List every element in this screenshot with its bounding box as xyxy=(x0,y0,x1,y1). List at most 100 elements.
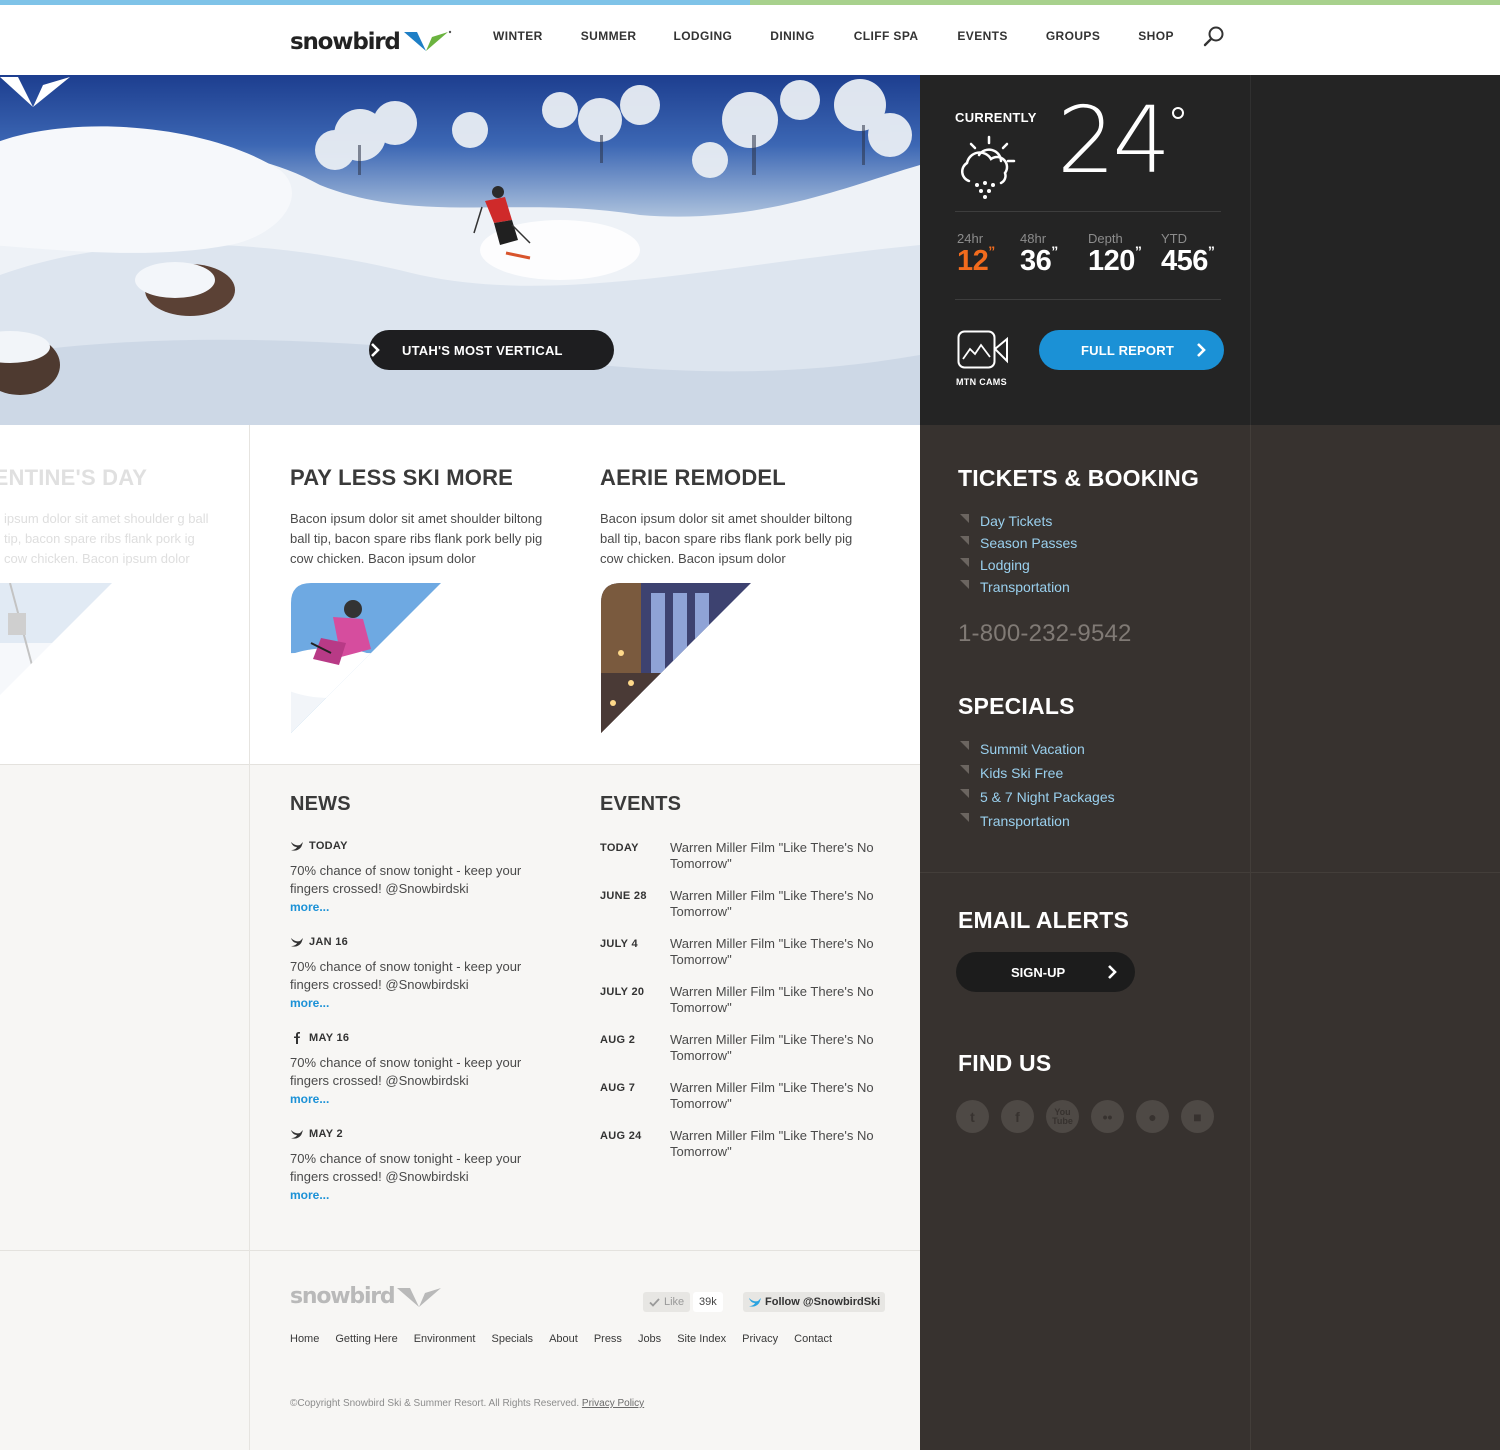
twitter-icon xyxy=(291,842,303,851)
facebook-icon xyxy=(294,1032,300,1044)
link-night-packages[interactable]: 5 & 7 Night Packages xyxy=(958,785,1115,809)
news-item: MAY 2 70% chance of snow tonight - keep … xyxy=(290,1128,550,1204)
news-date: MAY 16 xyxy=(290,1032,550,1044)
footer-link-jobs[interactable]: Jobs xyxy=(638,1333,661,1345)
footer-link-getting-here[interactable]: Getting Here xyxy=(335,1333,397,1345)
promo-aerie[interactable]: AERIE REMODEL Bacon ipsum dolor sit amet… xyxy=(600,465,875,569)
logo[interactable]: snowbird xyxy=(290,21,452,55)
triangle-bullet-icon xyxy=(960,558,969,567)
promo-image-gondola[interactable] xyxy=(0,583,112,695)
more-link[interactable]: more... xyxy=(290,994,550,1012)
divider xyxy=(955,299,1221,300)
hero-banner: UTAH'S MOST VERTICAL xyxy=(0,75,920,425)
nav-groups[interactable]: GROUPS xyxy=(1046,29,1100,43)
snowbird-mark-icon xyxy=(0,77,70,107)
footer-link-contact[interactable]: Contact xyxy=(794,1333,832,1345)
social-icons: t f You Tube •• ● ■ xyxy=(956,1100,1226,1133)
link-kids-ski-free[interactable]: Kids Ski Free xyxy=(958,761,1115,785)
twitter-follow-button[interactable]: Follow @SnowbirdSki xyxy=(743,1292,886,1312)
event-text[interactable]: Warren Miller Film "Like There's No Tomo… xyxy=(670,1128,880,1160)
news-text: 70% chance of snow tonight - keep your f… xyxy=(290,959,522,992)
news-text: 70% chance of snow tonight - keep your f… xyxy=(290,863,522,896)
stat-value: 12” xyxy=(957,243,995,277)
triangle-bullet-icon xyxy=(960,789,969,798)
weather-panel: CURRENTLY 24 24hr 12” 48hr 36” Depth 120… xyxy=(920,75,1250,425)
partly-cloudy-snow-icon xyxy=(960,135,1016,199)
event-text[interactable]: Warren Miller Film "Like There's No Tomo… xyxy=(670,840,880,872)
tickets-title: TICKETS & BOOKING xyxy=(958,465,1200,491)
currently-label: CURRENTLY xyxy=(955,110,1037,125)
mtn-cams-label[interactable]: MTN CAMS xyxy=(956,377,1007,387)
twitter-icon xyxy=(291,938,303,947)
promo-body: Bacon ipsum dolor sit amet shoulder bilt… xyxy=(290,511,543,566)
news-item: MAY 16 70% chance of snow tonight - keep… xyxy=(290,1032,550,1108)
event-date: AUG 7 xyxy=(600,1082,636,1094)
phone-number[interactable]: 1-800-232-9542 xyxy=(958,620,1132,648)
nav-shop[interactable]: SHOP xyxy=(1138,29,1174,43)
footer-link-specials[interactable]: Specials xyxy=(491,1333,533,1345)
twitter-icon[interactable]: t xyxy=(956,1100,989,1133)
event-text[interactable]: Warren Miller Film "Like There's No Tomo… xyxy=(670,984,880,1016)
more-link[interactable]: more... xyxy=(290,1090,550,1108)
event-text[interactable]: Warren Miller Film "Like There's No Tomo… xyxy=(670,1032,880,1064)
promo-valentines[interactable]: LENTINE'S DAY ipsum dolor sit amet shoul… xyxy=(0,465,255,569)
footer-link-environment[interactable]: Environment xyxy=(414,1333,476,1345)
promo-pay-less[interactable]: PAY LESS SKI MORE Bacon ipsum dolor sit … xyxy=(290,465,565,569)
divider xyxy=(1250,425,1251,1450)
event-text[interactable]: Warren Miller Film "Like There's No Tomo… xyxy=(670,936,880,968)
link-day-tickets[interactable]: Day Tickets xyxy=(958,510,1077,532)
flickr-icon[interactable]: •• xyxy=(1091,1100,1124,1133)
tickets-list: Day Tickets Season Passes Lodging Transp… xyxy=(958,510,1077,598)
footer-link-site-index[interactable]: Site Index xyxy=(677,1333,726,1345)
event-item: TODAY Warren Miller Film "Like There's N… xyxy=(600,840,890,872)
footer-link-privacy[interactable]: Privacy xyxy=(742,1333,778,1345)
privacy-policy-link[interactable]: Privacy Policy xyxy=(582,1398,644,1409)
specials-title: SPECIALS xyxy=(958,693,1075,719)
youtube-icon[interactable]: You Tube xyxy=(1046,1100,1079,1133)
stat-ytd: YTD 456” xyxy=(1161,231,1215,278)
event-item: JULY 4 Warren Miller Film "Like There's … xyxy=(600,936,890,968)
nav-lodging[interactable]: LODGING xyxy=(673,29,732,43)
promo-image-restaurant[interactable] xyxy=(601,583,751,733)
hero-cta-button[interactable]: UTAH'S MOST VERTICAL xyxy=(369,330,614,370)
facebook-icon[interactable]: f xyxy=(1001,1100,1034,1133)
more-link[interactable]: more... xyxy=(290,898,550,916)
sign-up-button[interactable]: SIGN-UP xyxy=(956,952,1135,992)
logo-bird-icon xyxy=(397,1288,442,1307)
video-camera-icon[interactable] xyxy=(957,330,1009,370)
nav-dining[interactable]: DINING xyxy=(770,29,814,43)
news-text: 70% chance of snow tonight - keep your f… xyxy=(290,1055,522,1088)
footer-link-about[interactable]: About xyxy=(549,1333,578,1345)
footer-link-home[interactable]: Home xyxy=(290,1333,319,1345)
column-divider xyxy=(249,425,250,1450)
promo-row: LENTINE'S DAY ipsum dolor sit amet shoul… xyxy=(0,425,920,765)
stat-value: 36” xyxy=(1020,243,1058,277)
nav-summer[interactable]: SUMMER xyxy=(581,29,637,43)
link-summit-vacation[interactable]: Summit Vacation xyxy=(958,737,1115,761)
news-item: JAN 16 70% chance of snow tonight - keep… xyxy=(290,936,550,1012)
full-report-button[interactable]: FULL REPORT xyxy=(1039,330,1224,370)
apple-icon[interactable]: ● xyxy=(1136,1100,1169,1133)
current-temperature: 24 xyxy=(1057,87,1171,194)
more-link[interactable]: more... xyxy=(290,1186,550,1204)
nav-events[interactable]: EVENTS xyxy=(957,29,1007,43)
footer-link-press[interactable]: Press xyxy=(594,1333,622,1345)
full-report-label: FULL REPORT xyxy=(1081,342,1174,358)
footer-logo[interactable]: snowbird xyxy=(290,1283,443,1309)
link-transportation[interactable]: Transportation xyxy=(958,576,1077,598)
find-us-title: FIND US xyxy=(958,1050,1052,1076)
event-text[interactable]: Warren Miller Film "Like There's No Tomo… xyxy=(670,888,880,920)
facebook-like-button[interactable]: Like xyxy=(643,1292,691,1312)
link-transportation-specials[interactable]: Transportation xyxy=(958,809,1115,833)
promo-image-skier[interactable] xyxy=(291,583,441,733)
link-season-passes[interactable]: Season Passes xyxy=(958,532,1077,554)
event-date: AUG 2 xyxy=(600,1034,636,1046)
event-text[interactable]: Warren Miller Film "Like There's No Tomo… xyxy=(670,1080,880,1112)
search-icon[interactable] xyxy=(1203,25,1225,47)
nav-winter[interactable]: WINTER xyxy=(493,29,543,43)
promo-title: PAY LESS SKI MORE xyxy=(290,465,514,490)
nav-cliff-spa[interactable]: CLIFF SPA xyxy=(854,29,919,43)
events-title: EVENTS xyxy=(600,793,682,815)
link-lodging[interactable]: Lodging xyxy=(958,554,1077,576)
android-icon[interactable]: ■ xyxy=(1181,1100,1214,1133)
